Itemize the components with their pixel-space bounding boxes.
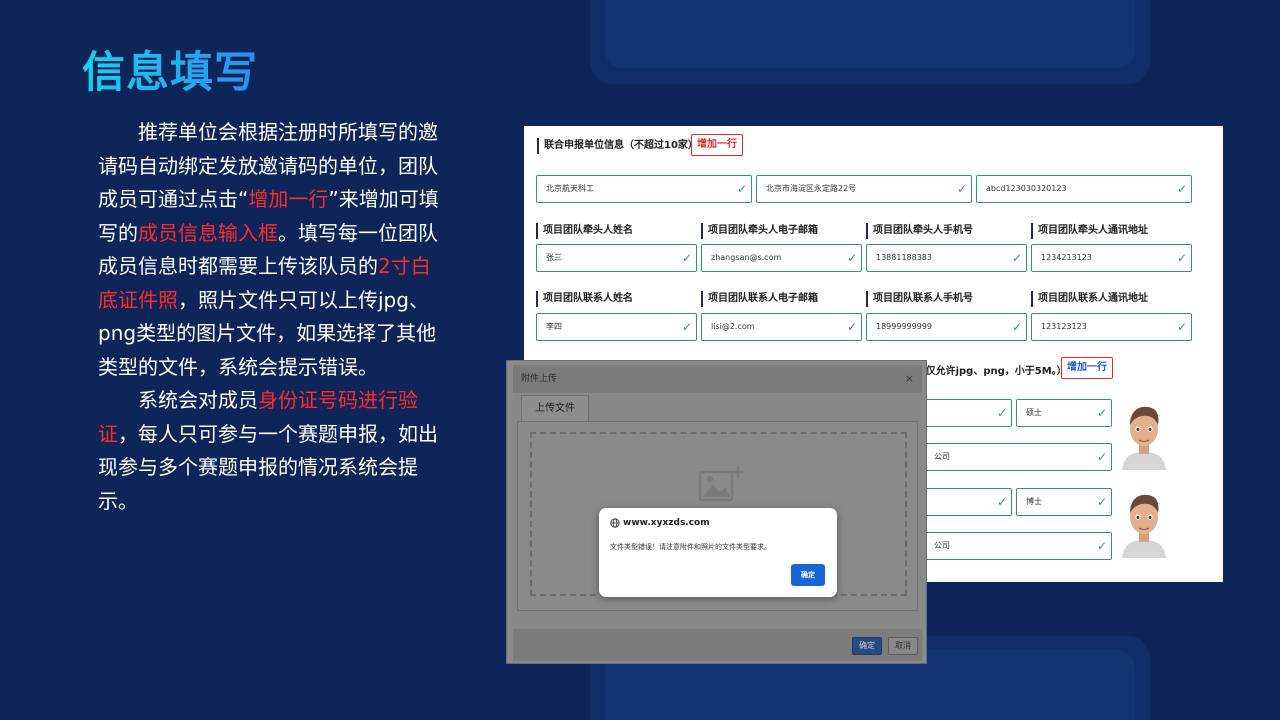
highlight-add-row: 增加一行 — [248, 187, 329, 211]
field-value: 公司 — [934, 541, 950, 550]
field-value: 博士 — [1026, 497, 1042, 506]
background-panel-top-inner — [605, 0, 1135, 68]
alert-message: 文件类型错误！请注意附件和照片的文件类型要求。 — [610, 543, 771, 551]
member1-degree-field[interactable]: 硕士 ✓ — [1016, 399, 1112, 427]
field-value: 13881188383 — [876, 253, 932, 262]
leader-phone-label: 项目团队牵头人手机号 — [866, 223, 973, 239]
leader-name-field[interactable]: 张三 ✓ — [536, 244, 697, 272]
slide-description: 推荐单位会根据注册时所填写的邀请码自动绑定发放邀请码的单位，团队成员可通过点击“… — [98, 116, 450, 518]
add-image-icon — [698, 466, 744, 502]
check-icon: ✓ — [1096, 450, 1107, 464]
field-value: lisi@2.com — [711, 322, 755, 331]
dialog-cancel-button[interactable]: 取消 — [888, 637, 918, 655]
slide-title: 信息填写 — [82, 38, 258, 100]
add-row-button[interactable]: 增加一行 — [691, 134, 743, 156]
member1-field[interactable]: ✓ — [924, 399, 1012, 427]
leader-name-label: 项目团队牵头人姓名 — [536, 223, 633, 239]
dialog-header: 附件上传 × — [513, 365, 922, 393]
leader-email-field[interactable]: zhangsan@s.com ✓ — [701, 244, 862, 272]
member2-degree-field[interactable]: 博士 ✓ — [1016, 488, 1112, 516]
contact-email-field[interactable]: lisi@2.com ✓ — [701, 313, 862, 341]
field-value: 公司 — [934, 452, 950, 461]
field-value: 北京市海淀区永定路22号 — [766, 184, 857, 193]
check-icon: ✓ — [736, 182, 747, 196]
check-icon: ✓ — [681, 320, 692, 334]
error-alert: www.xyxzds.com 文件类型错误！请注意附件和照片的文件类型要求。 确… — [599, 508, 837, 597]
field-value: 北京航天科工 — [546, 184, 594, 193]
member1-photo — [1118, 400, 1170, 470]
check-icon: ✓ — [1176, 251, 1187, 265]
avatar-icon — [1118, 400, 1170, 470]
check-icon: ✓ — [996, 406, 1007, 420]
globe-icon — [610, 518, 620, 528]
paragraph-1: 推荐单位会根据注册时所填写的邀请码自动绑定发放邀请码的单位，团队成员可通过点击“… — [98, 116, 450, 384]
dialog-title: 附件上传 — [521, 374, 558, 384]
field-value: 李四 — [546, 322, 562, 331]
leader-phone-field[interactable]: 13881188383 ✓ — [866, 244, 1027, 272]
check-icon: ✓ — [846, 320, 857, 334]
check-icon: ✓ — [1011, 251, 1022, 265]
text: ，每人只可参与一个赛题申报，如出现参与多个赛题申报的情况系统会提示。 — [98, 421, 438, 513]
check-icon: ✓ — [956, 182, 967, 196]
alert-ok-button[interactable]: 确定 — [791, 564, 825, 586]
joint-address-field[interactable]: 北京市海淀区永定路22号 ✓ — [756, 175, 972, 203]
check-icon: ✓ — [1011, 320, 1022, 334]
contact-phone-label: 项目团队联系人手机号 — [866, 291, 973, 307]
member2-photo — [1118, 488, 1170, 558]
leader-email-label: 项目团队牵头人电子邮箱 — [701, 223, 818, 239]
dialog-footer: 确定 取消 — [513, 629, 922, 661]
alert-site: www.xyxzds.com — [623, 518, 710, 528]
close-icon[interactable]: × — [905, 365, 914, 393]
field-value: 硕士 — [1026, 408, 1042, 417]
check-icon: ✓ — [681, 251, 692, 265]
leader-address-field[interactable]: 1234213123 ✓ — [1031, 244, 1192, 272]
dialog-ok-button[interactable]: 确定 — [852, 637, 882, 655]
alert-header: www.xyxzds.com — [610, 518, 710, 528]
contact-email-label: 项目团队联系人电子邮箱 — [701, 291, 818, 307]
check-icon: ✓ — [1096, 406, 1107, 420]
member2-field[interactable]: ✓ — [924, 488, 1012, 516]
field-value: 1234213123 — [1041, 253, 1092, 262]
avatar-icon — [1118, 488, 1170, 558]
field-value: 18999999999 — [876, 322, 932, 331]
check-icon: ✓ — [1176, 320, 1187, 334]
contact-phone-field[interactable]: 18999999999 ✓ — [866, 313, 1027, 341]
joint-section-title: 联合申报单位信息（不超过10家） — [537, 138, 698, 154]
member1-company-field[interactable]: 公司 ✓ — [924, 443, 1112, 471]
text: 系统会对成员 — [138, 388, 258, 412]
member-add-row-button[interactable]: 增加一行 — [1061, 357, 1113, 379]
contact-name-field[interactable]: 李四 ✓ — [536, 313, 697, 341]
contact-name-label: 项目团队联系人姓名 — [536, 291, 633, 307]
field-value: 123123123 — [1041, 322, 1087, 331]
check-icon: ✓ — [1176, 182, 1187, 196]
contact-address-label: 项目团队联系人通讯地址 — [1031, 291, 1148, 307]
check-icon: ✓ — [846, 251, 857, 265]
check-icon: ✓ — [1096, 495, 1107, 509]
check-icon: ✓ — [1096, 539, 1107, 553]
tab-upload-file[interactable]: 上传文件 — [521, 395, 589, 421]
leader-address-label: 项目团队牵头人通讯地址 — [1031, 223, 1148, 239]
joint-code-field[interactable]: abcd123030320123 ✓ — [976, 175, 1192, 203]
member-section-hint: (仅允许jpg、png，小于5M。） — [921, 366, 1067, 377]
field-value: zhangsan@s.com — [711, 253, 782, 262]
field-value: abcd123030320123 — [986, 184, 1067, 193]
check-icon: ✓ — [996, 495, 1007, 509]
member2-company-field[interactable]: 公司 ✓ — [924, 532, 1112, 560]
paragraph-2: 系统会对成员身份证号码进行验证，每人只可参与一个赛题申报，如出现参与多个赛题申报… — [98, 384, 450, 518]
joint-company-field[interactable]: 北京航天科工 ✓ — [536, 175, 752, 203]
contact-address-field[interactable]: 123123123 ✓ — [1031, 313, 1192, 341]
field-value: 张三 — [546, 253, 562, 262]
highlight-member-input: 成员信息输入框 — [138, 220, 278, 245]
